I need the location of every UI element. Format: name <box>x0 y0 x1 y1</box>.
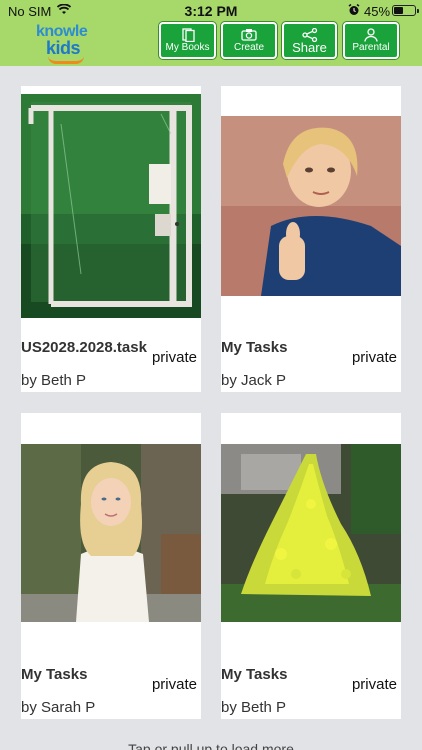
book-author: by Beth P <box>21 372 87 389</box>
camera-icon <box>241 29 257 41</box>
privacy-label: private <box>351 676 397 693</box>
battery-nub <box>417 9 419 13</box>
book-title: My Tasks <box>21 666 88 683</box>
status-bar: No SIM 3:12 PM 45% <box>0 0 422 22</box>
book-cover-image[interactable] <box>221 444 401 622</box>
book-card[interactable]: My Tasks private by Jack P <box>221 86 401 392</box>
book-author: by Sarah P <box>21 699 96 716</box>
my-books-label: My Books <box>165 42 210 53</box>
privacy-label: private <box>151 676 197 693</box>
book-cover-image[interactable] <box>21 444 201 622</box>
logo-smile <box>48 56 84 64</box>
privacy-label: private <box>151 349 197 366</box>
load-more-hint[interactable]: Tap or pull up to load more <box>0 741 422 750</box>
book-author: by Beth P <box>221 699 287 716</box>
alarm-icon <box>348 4 360 15</box>
book-cover-image[interactable] <box>221 116 401 296</box>
book-card[interactable]: My Tasks private by Sarah P <box>21 413 201 719</box>
privacy-label: private <box>351 349 397 366</box>
books-icon <box>181 28 195 42</box>
book-title: US2028.2028.task <box>21 339 147 356</box>
book-title: My Tasks <box>221 666 288 683</box>
parental-label: Parental <box>352 42 390 53</box>
create-label: Create <box>233 42 264 53</box>
header-bar: No SIM 3:12 PM 45% knowle kids My Books <box>0 0 422 66</box>
share-label: Share <box>292 40 327 55</box>
battery-percent: 45% <box>364 4 391 19</box>
book-card[interactable]: My Tasks private by Beth P <box>221 413 401 719</box>
my-books-button[interactable]: My Books <box>159 22 216 59</box>
book-card[interactable]: US2028.2028.task private by Beth P <box>21 86 201 392</box>
person-icon <box>364 28 378 42</box>
boy-thumbs-up-photo <box>221 116 401 296</box>
create-button[interactable]: Create <box>221 22 277 59</box>
book-title: My Tasks <box>221 339 288 356</box>
app-logo: knowle kids <box>34 22 98 64</box>
parental-button[interactable]: Parental <box>343 22 399 59</box>
share-button[interactable]: Share <box>282 22 337 59</box>
book-author: by Jack P <box>221 372 287 389</box>
acrylic-display-case-photo <box>21 94 201 318</box>
battery-icon <box>392 5 419 16</box>
battery-fill <box>394 7 403 14</box>
girl-portrait-photo <box>21 444 201 622</box>
yellow-flower-photo <box>221 444 401 622</box>
book-cover-image[interactable] <box>21 94 201 318</box>
